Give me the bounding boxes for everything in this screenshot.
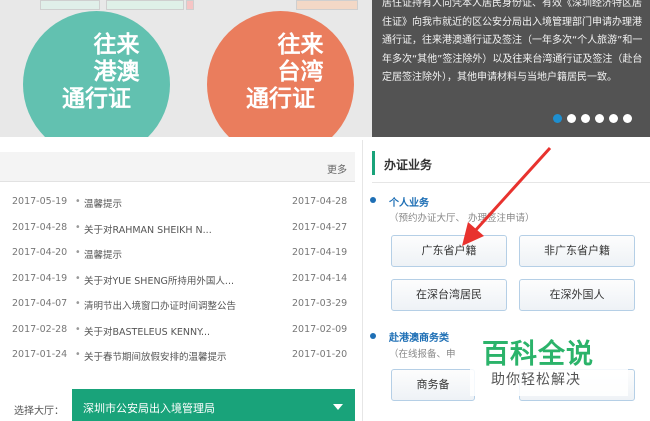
bullet-icon: • (75, 196, 81, 207)
passport-banner[interactable]: 往来 港澳 通行证 往来 台湾 通行证 (0, 0, 372, 137)
news-date: 2017-04-19 (12, 272, 68, 284)
hall-select-label: 选择大厅： (14, 406, 64, 417)
carousel-dot[interactable] (609, 114, 618, 123)
bullet-icon: • (75, 323, 81, 335)
news-title[interactable]: 关于对BASTELEUS KENNY... (84, 324, 210, 338)
badge-line: 往来 (93, 32, 140, 58)
column-divider (362, 140, 363, 421)
news-title[interactable]: 关于对YUE SHENG所持用外国人... (84, 273, 234, 287)
page: 往来 港澳 通行证 往来 台湾 通行证 居住证持有人向凭本人居民身份证、有效《深… (0, 0, 650, 421)
news-date: 2017-03-29 (292, 298, 348, 309)
badge-line: 台湾 (277, 59, 324, 85)
badge-line: 通行证 (62, 86, 131, 112)
section-accent-bar (372, 151, 375, 175)
chevron-down-icon (333, 404, 343, 410)
carousel-dot[interactable] (567, 114, 576, 123)
section-divider (372, 182, 650, 183)
news-title[interactable]: 温馨提示 (84, 247, 122, 261)
news-date: 2017-04-20 (12, 247, 68, 258)
services-title: 办证业务 (384, 158, 433, 172)
bullet-dot-icon (370, 333, 376, 339)
carousel-dot[interactable] (553, 114, 562, 123)
news-row[interactable]: 2017-02-28 • 关于对BASTELEUS KENNY... 2017-… (0, 318, 355, 344)
news-date: 2017-04-28 (12, 221, 68, 233)
bullet-icon: • (75, 247, 81, 258)
personal-section-title[interactable]: 个人业务 (389, 194, 429, 209)
news-list: 2017-05-19 • 温馨提示 2017-04-28 2017-04-28 … (0, 190, 355, 369)
news-title[interactable]: 清明节出入境窗口办证时间调整公告 (84, 298, 236, 312)
info-text: 居住证持有人向凭本人居民身份证、有效《深圳经济特区居住证》向我市就近的区公安分局… (382, 0, 643, 83)
banner-card-fragment (296, 0, 358, 10)
news-date: 2017-04-19 (292, 247, 348, 258)
bullet-dot-icon (370, 197, 376, 203)
news-date: 2017-02-09 (292, 323, 348, 335)
news-date: 2017-04-27 (292, 221, 348, 233)
news-row[interactable]: 2017-04-07 • 清明节出入境窗口办证时间调整公告 2017-03-29 (0, 292, 355, 318)
banner-card-fragment (106, 0, 184, 10)
banner-card-fragment (40, 0, 100, 10)
bullet-icon: • (75, 298, 81, 309)
watermark: 百科全说 助你轻松解决 (470, 330, 628, 396)
guangdong-household-button[interactable]: 广东省户籍 (391, 235, 507, 267)
watermark-main: 百科全说 (482, 339, 594, 370)
news-row[interactable]: 2017-04-28 • 关于对RAHMAN SHEIKH N... 2017-… (0, 216, 355, 242)
hk-macau-permit-badge[interactable]: 往来 港澳 通行证 (23, 11, 170, 137)
personal-section-subtitle: （预约办证大厅、 办理签注申请） (389, 213, 535, 224)
carousel-dot[interactable] (581, 114, 590, 123)
news-header: 更多 (0, 152, 355, 182)
news-row[interactable]: 2017-04-19 • 关于对YUE SHENG所持用外国人... 2017-… (0, 267, 355, 293)
bullet-icon: • (75, 221, 81, 233)
carousel-dot[interactable] (595, 114, 604, 123)
news-date: 2017-05-19 (12, 196, 68, 207)
banner-card-fragment (186, 0, 194, 10)
news-row[interactable]: 2017-05-19 • 温馨提示 2017-04-28 (0, 190, 355, 216)
carousel-dot[interactable] (623, 114, 632, 123)
non-guangdong-household-button[interactable]: 非广东省户籍 (519, 235, 635, 267)
news-row[interactable]: 2017-01-24 • 关于春节期间放假安排的温馨提示 2017-01-20 (0, 343, 355, 369)
taiwan-permit-badge[interactable]: 往来 台湾 通行证 (207, 11, 354, 137)
hall-select[interactable]: 深圳市公安局出入境管理局 (72, 389, 355, 421)
news-date: 2017-01-20 (292, 349, 348, 360)
news-date: 2017-01-24 (12, 349, 68, 360)
hall-select-value: 深圳市公安局出入境管理局 (83, 402, 215, 415)
news-title[interactable]: 关于春节期间放假安排的温馨提示 (84, 349, 227, 363)
news-date: 2017-02-28 (12, 323, 68, 335)
bullet-icon: • (75, 349, 81, 360)
badge-line: 通行证 (246, 86, 315, 112)
news-date: 2017-04-14 (292, 272, 348, 284)
carousel-dots (553, 114, 632, 123)
business-section-title[interactable]: 赴港澳商务类 (389, 329, 449, 344)
taiwan-resident-button[interactable]: 在深台湾居民 (391, 279, 507, 311)
business-filing-button[interactable]: 商务备 (391, 369, 475, 401)
watermark-sub: 助你轻松解决 (491, 372, 581, 388)
news-date: 2017-04-28 (292, 196, 348, 207)
news-title[interactable]: 关于对RAHMAN SHEIKH N... (84, 222, 212, 236)
more-link[interactable]: 更多 (327, 161, 347, 176)
business-section-subtitle: （在线报备、申 (389, 349, 456, 360)
bullet-icon: • (75, 272, 81, 284)
badge-line: 港澳 (93, 59, 140, 85)
news-title[interactable]: 温馨提示 (84, 196, 122, 210)
foreigner-button[interactable]: 在深外国人 (519, 279, 635, 311)
badge-line: 往来 (277, 32, 324, 58)
news-row[interactable]: 2017-04-20 • 温馨提示 2017-04-19 (0, 241, 355, 267)
news-date: 2017-04-07 (12, 298, 68, 309)
